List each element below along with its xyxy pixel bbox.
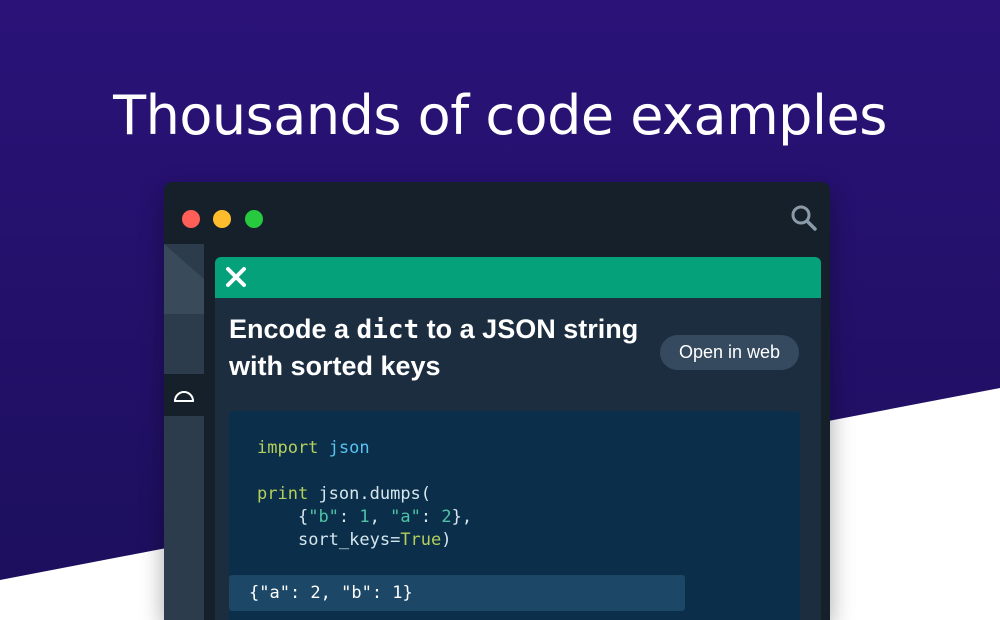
window-minimize-button[interactable] — [213, 210, 231, 228]
search-icon[interactable] — [790, 204, 818, 232]
window-close-button[interactable] — [182, 210, 200, 228]
code-text: : — [420, 507, 442, 527]
code-keyword: print — [257, 484, 309, 504]
code-text: { — [297, 507, 309, 527]
card-header — [215, 257, 821, 298]
headline: Thousands of code examples — [113, 84, 887, 148]
code-identifier: json — [328, 438, 370, 458]
code-keyword: import — [257, 438, 319, 458]
code-string: "a" — [390, 507, 421, 527]
code-text: ) — [441, 530, 452, 550]
close-icon[interactable] — [225, 266, 247, 288]
app-window: Encode a dict to a JSON string with sort… — [164, 182, 830, 620]
title-code: dict — [356, 315, 420, 345]
output-text: {"a": 2, "b": 1} — [249, 583, 413, 603]
code-text: sort_keys= — [297, 530, 401, 550]
code-text: , — [369, 507, 391, 527]
code-output: {"a": 2, "b": 1} — [229, 575, 685, 611]
sidebar — [164, 244, 204, 620]
open-in-web-button[interactable]: Open in web — [660, 335, 799, 370]
code-number: 1 — [359, 507, 370, 527]
code-keyword: True — [400, 530, 442, 550]
example-card: Encode a dict to a JSON string with sort… — [215, 257, 821, 620]
code-string: "b" — [308, 507, 339, 527]
sidebar-header — [164, 244, 204, 314]
window-maximize-button[interactable] — [245, 210, 263, 228]
card-title: Encode a dict to a JSON string with sort… — [229, 311, 649, 384]
title-prefix: Encode a — [229, 314, 357, 344]
code-text: : — [338, 507, 360, 527]
code-number: 2 — [441, 507, 452, 527]
half-circle-icon — [173, 391, 195, 402]
code-text: json.dumps( — [318, 484, 432, 504]
code-snippet: import json print json.dumps( {"b": 1, "… — [257, 437, 472, 552]
sidebar-item-half-circle[interactable] — [164, 374, 204, 416]
code-text: }, — [451, 507, 473, 527]
